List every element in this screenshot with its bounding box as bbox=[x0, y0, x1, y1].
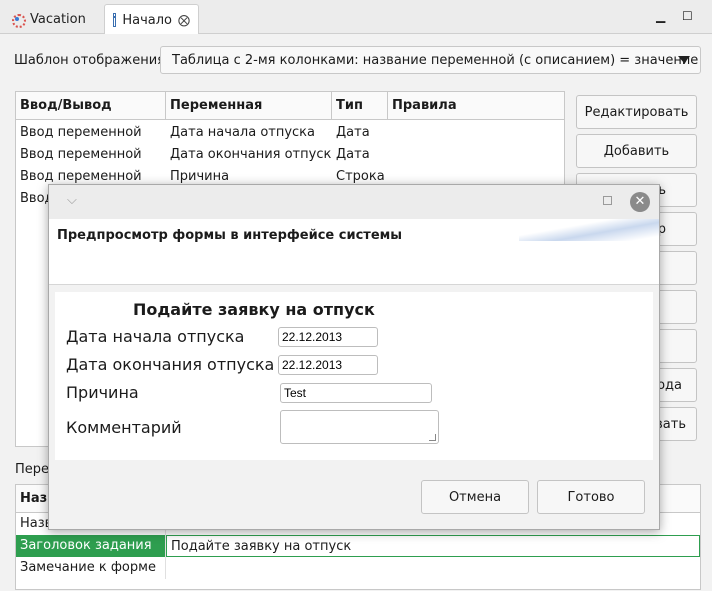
cell-type: Дата bbox=[336, 125, 370, 140]
template-select[interactable]: Таблица с 2-мя колонками: название перем… bbox=[160, 46, 701, 74]
table-row[interactable]: Замечание к форме bbox=[16, 557, 700, 579]
column-header-variable[interactable]: Переменная bbox=[166, 92, 332, 119]
form-icon bbox=[113, 13, 117, 27]
cell-io: Ввод переменной bbox=[20, 125, 142, 140]
cancel-button[interactable]: Отмена bbox=[421, 480, 529, 514]
add-button[interactable]: Добавить bbox=[576, 134, 697, 168]
cell-variable: Дата окончания отпуска bbox=[170, 147, 332, 162]
cell-rules bbox=[388, 122, 564, 144]
params-label: Пере bbox=[15, 462, 50, 477]
form-preview-body: Подайте заявку на отпуск Дата начала отп… bbox=[55, 292, 653, 460]
dialog-title: Предпросмотр формы в интерфейсе системы bbox=[57, 228, 403, 243]
form-preview-dialog: ⌵ ✕ Предпросмотр формы в интерфейсе сист… bbox=[48, 184, 660, 530]
end-date-input[interactable] bbox=[278, 355, 378, 375]
dialog-header: Предпросмотр формы в интерфейсе системы bbox=[49, 219, 659, 285]
header-decoration bbox=[519, 219, 659, 241]
column-header-rules[interactable]: Правила bbox=[388, 92, 564, 119]
variables-table-header: Ввод/Вывод Переменная Тип Правила bbox=[16, 92, 564, 120]
chevron-down-icon[interactable]: ⌵ bbox=[67, 193, 77, 208]
column-header-type[interactable]: Тип bbox=[332, 92, 388, 119]
vacation-app-icon bbox=[10, 12, 26, 28]
column-header-io[interactable]: Ввод/Вывод bbox=[16, 92, 166, 119]
form-title: Подайте заявку на отпуск bbox=[133, 300, 375, 319]
ok-button[interactable]: Готово bbox=[537, 480, 645, 514]
close-icon[interactable]: ✕ bbox=[630, 192, 650, 212]
maximize-icon[interactable] bbox=[603, 196, 612, 205]
maximize-icon[interactable]: ☐ bbox=[682, 9, 693, 23]
field-label-end-date: Дата окончания отпуска bbox=[66, 355, 275, 374]
param-value[interactable] bbox=[166, 557, 700, 579]
edit-button[interactable]: Редактировать bbox=[576, 95, 697, 129]
close-tab-icon[interactable]: ⨂ bbox=[178, 13, 190, 27]
field-label-start-date: Дата начала отпуска bbox=[66, 327, 245, 346]
cell-rules bbox=[388, 144, 564, 166]
field-label-comment: Комментарий bbox=[66, 418, 182, 437]
param-name: Заголовок задания bbox=[16, 535, 166, 557]
reason-input[interactable] bbox=[280, 383, 432, 403]
template-label: Шаблон отображения bbox=[14, 53, 165, 68]
cell-io: Ввод переменной bbox=[20, 147, 142, 162]
tab-start-label: Начало bbox=[122, 12, 172, 28]
dialog-titlebar[interactable]: ⌵ ✕ bbox=[49, 185, 659, 219]
minimize-icon[interactable]: ▁ bbox=[656, 9, 665, 23]
editor-tab-bar: Vacation Начало ⨂ ▁ ☐ bbox=[0, 0, 712, 35]
table-row-selected[interactable]: Заголовок задания Подайте заявку на отпу… bbox=[16, 535, 700, 557]
start-date-input[interactable] bbox=[278, 327, 378, 347]
chevron-down-icon bbox=[678, 56, 690, 63]
field-label-reason: Причина bbox=[66, 383, 139, 402]
tab-vacation[interactable]: Vacation bbox=[2, 4, 102, 34]
param-value[interactable]: Подайте заявку на отпуск bbox=[166, 535, 700, 557]
tab-start[interactable]: Начало ⨂ bbox=[104, 4, 199, 35]
table-row[interactable]: Ввод переменной Дата начала отпуска Дата bbox=[16, 122, 564, 144]
app-window: Vacation Начало ⨂ ▁ ☐ Шаблон отображения… bbox=[0, 0, 712, 591]
cell-variable: Дата начала отпуска bbox=[170, 125, 315, 140]
param-name: Замечание к форме bbox=[16, 557, 166, 579]
cell-type: Дата bbox=[336, 147, 370, 162]
table-row[interactable]: Ввод переменной Дата окончания отпуска Д… bbox=[16, 144, 564, 166]
tab-vacation-label: Vacation bbox=[30, 11, 86, 27]
template-select-value: Таблица с 2-мя колонками: название перем… bbox=[172, 52, 699, 68]
comment-textarea[interactable] bbox=[280, 410, 439, 444]
